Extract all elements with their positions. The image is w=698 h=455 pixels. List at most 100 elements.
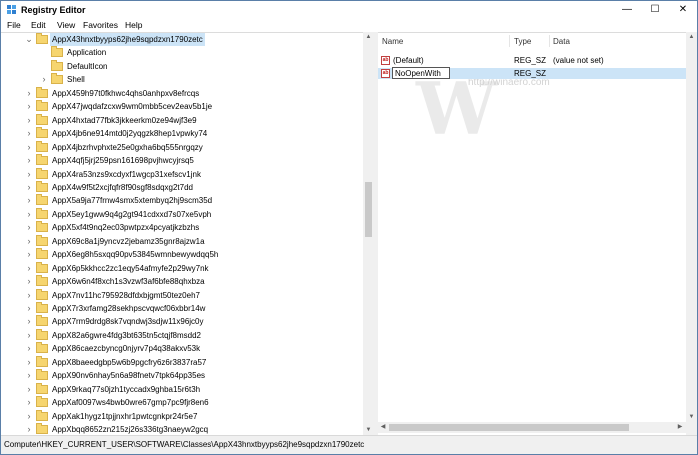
tree-item-key[interactable]: › AppX8baeedgbp5w6b9pgcfry6z6r3837ra57 — [25, 355, 361, 369]
folder-icon — [36, 180, 48, 192]
expand-arrow-icon[interactable]: › — [25, 208, 33, 221]
expand-arrow-icon[interactable]: › — [25, 221, 33, 234]
expand-arrow-icon[interactable]: › — [25, 114, 33, 127]
expand-arrow-icon[interactable]: › — [40, 73, 48, 86]
folder-icon — [36, 355, 48, 367]
maximize-button[interactable]: ☐ — [641, 1, 669, 19]
tree-item-key[interactable]: › AppX82a6gwre4fdg3bt635tn5ctqjf8msdd2 — [25, 328, 361, 342]
tree-item-key[interactable]: › AppX5a9ja77frnw4smx5xtembyq2hj9scm35d — [25, 194, 361, 207]
expand-arrow-icon[interactable]: › — [25, 100, 33, 113]
column-header-data[interactable]: Data — [553, 37, 570, 46]
tree-item-key[interactable]: › AppXak1hygz1tpjjnxhr1pwtcgnkpr24r5e7 — [25, 409, 361, 423]
close-button[interactable]: ✕ — [669, 1, 697, 19]
value-row-noopenwith[interactable]: ab REG_SZ — [378, 67, 697, 79]
expand-arrow-icon[interactable]: › — [25, 275, 33, 288]
values-horizontal-scrollbar[interactable]: ◀ ▶ — [378, 422, 686, 433]
tree-item-key[interactable]: › AppX4w9f5t2xcjfqfr8f90sgf8sdqxg2t7dd — [25, 180, 361, 194]
menu-file[interactable]: File — [7, 20, 21, 30]
expand-arrow-icon[interactable]: › — [25, 262, 33, 275]
folder-icon — [36, 342, 48, 354]
expand-arrow-icon[interactable]: › — [25, 141, 33, 154]
tree-item-key[interactable]: › AppX69c8a1j9yncvz2jebamz35gnr8ajzw1a — [25, 234, 361, 248]
values-vertical-scrollbar[interactable]: ▲ ▼ — [686, 32, 697, 435]
expand-arrow-icon[interactable]: › — [25, 87, 33, 100]
rename-value-input[interactable] — [392, 67, 450, 79]
value-row-default[interactable]: ab (Default) REG_SZ (value not set) — [378, 55, 697, 66]
tree-vertical-scrollbar[interactable]: ▲ ▼ — [363, 32, 374, 435]
expand-arrow-icon[interactable]: › — [25, 356, 33, 369]
scroll-up-arrow-icon[interactable]: ▲ — [686, 32, 697, 42]
tree-item-subkey[interactable]: DefaultIcon — [40, 59, 361, 73]
tree-item-key[interactable]: › AppXaf0097ws4bwb0wre67gmp7pc9fjr8en6 — [25, 396, 361, 409]
tree-item-key[interactable]: › AppX7nv11hc795928dfdxbjgmt50tez0eh7 — [25, 288, 361, 302]
expand-arrow-icon[interactable]: › — [25, 410, 33, 423]
expand-arrow-icon[interactable]: › — [25, 194, 33, 207]
tree-item-key[interactable]: › AppX86caezcbyncg0njyrv7p4q38akxv53k — [25, 342, 361, 355]
expand-arrow-icon[interactable]: › — [25, 168, 33, 181]
folder-icon — [36, 234, 48, 246]
tree-item-label: AppX9rkaq77s0jzh1tyccadx9ghba15r6t3h — [52, 384, 201, 394]
expand-arrow-icon[interactable]: › — [25, 396, 33, 409]
column-header-type[interactable]: Type — [514, 37, 531, 46]
scroll-down-arrow-icon[interactable]: ▼ — [686, 412, 697, 422]
tree-item-selected-key[interactable]: ⌄ AppX43hnxtbyyps62jhe9sqpdzxn1790zetc — [25, 33, 361, 46]
expand-arrow-icon[interactable]: › — [25, 329, 33, 342]
folder-icon — [36, 302, 48, 313]
tree-item-subkey[interactable]: › Shell — [40, 73, 361, 86]
tree-item-key[interactable]: › AppX7r3xrfamg28sekhpscvqwcf06xbbr14w — [25, 302, 361, 315]
tree-item-key[interactable]: › AppX6eg8h5sxqq90pv53845wmnbewywdqq5h — [25, 248, 361, 261]
scroll-thumb[interactable] — [365, 182, 372, 237]
tree-item-label: AppX4hxtad77fbk3jkkeerkm0ze94wjf3e9 — [52, 115, 197, 125]
tree-item-key[interactable]: › AppX4qfj5jrj259psn161698pvjhwcyjrsq5 — [25, 154, 361, 167]
scroll-thumb[interactable] — [389, 424, 629, 431]
window-title: Registry Editor — [21, 5, 86, 15]
menu-favorites[interactable]: Favorites — [83, 20, 118, 30]
minimize-button[interactable]: — — [613, 1, 641, 19]
tree-item-key[interactable]: › AppX4hxtad77fbk3jkkeerkm0ze94wjf3e9 — [25, 113, 361, 127]
scroll-right-arrow-icon[interactable]: ▶ — [675, 422, 685, 432]
expand-arrow-icon[interactable]: › — [25, 302, 33, 315]
scroll-up-arrow-icon[interactable]: ▲ — [363, 32, 374, 42]
tree-item-key[interactable]: › AppX7rm9drdg8sk7vqndwj3sdjw11x96jc0y — [25, 315, 361, 328]
tree-item-key[interactable]: › AppX459h97t0fkhwc4qhs0anhpxv8efrcqs — [25, 86, 361, 100]
registry-tree[interactable]: ⌄ AppX43hnxtbyyps62jhe9sqpdzxn1790zetc App… — [1, 32, 363, 436]
tree-item-key[interactable]: › AppX6p5kkhcc2zc1eqy54afmyfe2p29wy7nk — [25, 261, 361, 275]
tree-item-label: AppX6eg8h5sxqq90pv53845wmnbewywdqq5h — [52, 250, 219, 260]
collapse-arrow-icon[interactable]: ⌄ — [25, 33, 33, 46]
tree-item-key[interactable]: › AppX47jwqdafzcxw9wm0mbb5cev2eav5b1je — [25, 100, 361, 113]
expand-arrow-icon[interactable]: › — [25, 289, 33, 302]
tree-item-key[interactable]: › AppX4ra53nzs9xcdyxf1wgcp31xefscv1jnk — [25, 167, 361, 181]
tree-item-key[interactable]: › AppX4jbzrhvphxte25e0gxha6bq555nrgqzy — [25, 140, 361, 154]
expand-arrow-icon[interactable]: › — [25, 127, 33, 140]
expand-arrow-icon[interactable]: › — [25, 235, 33, 248]
expand-arrow-icon[interactable]: › — [25, 369, 33, 382]
expand-arrow-icon[interactable]: › — [25, 342, 33, 355]
values-list[interactable]: W http://winaero.com Name Type Data ab (… — [378, 32, 697, 436]
expand-arrow-icon[interactable]: › — [25, 154, 33, 167]
tree-item-key[interactable]: › AppX9rkaq77s0jzh1tyccadx9ghba15r6t3h — [25, 382, 361, 396]
menu-view[interactable]: View — [57, 20, 75, 30]
tree-item-key[interactable]: › AppX4jb6ne914mtd0j2yqgzk8hep1vpwky74 — [25, 127, 361, 140]
scroll-down-arrow-icon[interactable]: ▼ — [363, 425, 374, 435]
column-header-name[interactable]: Name — [382, 37, 403, 46]
column-separator[interactable] — [509, 35, 510, 47]
menu-help[interactable]: Help — [125, 20, 142, 30]
column-separator[interactable] — [549, 35, 550, 47]
tree-item-subkey[interactable]: Application — [40, 46, 361, 59]
tree-item-label: Application — [67, 48, 107, 58]
folder-icon — [36, 369, 48, 381]
tree-item-key[interactable]: › AppX90nv6nhay5n6a98fnetv7tpk64pp35es — [25, 369, 361, 382]
tree-item-key[interactable]: › AppX5ey1gww9q4g2gt941cdxxd7s07xe5vph — [25, 207, 361, 221]
expand-arrow-icon[interactable]: › — [25, 315, 33, 328]
tree-item-key[interactable]: › AppX5xf4t9nq2ec03pwtpzx4pcyatjkzbzhs — [25, 221, 361, 234]
folder-icon — [36, 382, 48, 394]
tree-item-label: Shell — [67, 75, 85, 85]
tree-item-key[interactable]: › AppX6w6n4f8xch1s3vzwf3af6bfe88qhxbza — [25, 275, 361, 288]
title-bar[interactable]: Registry Editor — ☐ ✕ — [1, 1, 697, 19]
expand-arrow-icon[interactable]: › — [25, 383, 33, 396]
registry-editor-icon — [7, 5, 16, 14]
expand-arrow-icon[interactable]: › — [25, 248, 33, 261]
expand-arrow-icon[interactable]: › — [25, 181, 33, 194]
scroll-left-arrow-icon[interactable]: ◀ — [378, 422, 388, 432]
menu-edit[interactable]: Edit — [31, 20, 46, 30]
